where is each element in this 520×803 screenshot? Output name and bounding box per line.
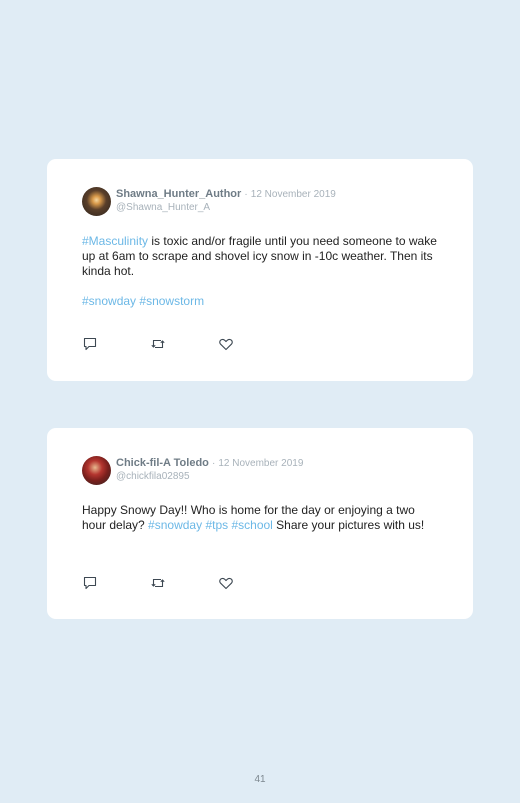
author-handle[interactable]: @Shawna_Hunter_A bbox=[116, 202, 210, 213]
retweet-icon[interactable] bbox=[150, 575, 166, 591]
separator-dot: · bbox=[211, 458, 216, 469]
tweet-body: Happy Snowy Day!! Who is home for the da… bbox=[82, 503, 442, 533]
author-name[interactable]: Chick-fil-A Toledo bbox=[116, 457, 209, 469]
retweet-icon[interactable] bbox=[150, 336, 166, 352]
reply-icon[interactable] bbox=[82, 336, 98, 352]
hashtag-link[interactable]: #Masculinity bbox=[82, 234, 148, 248]
tweet-text: Share your pictures with us! bbox=[272, 518, 425, 532]
like-icon[interactable] bbox=[218, 575, 234, 591]
tweet-card: Chick-fil-A Toledo · 12 November 2019 @c… bbox=[47, 428, 473, 619]
hashtag-link[interactable]: #tps bbox=[205, 518, 228, 532]
like-icon[interactable] bbox=[218, 336, 234, 352]
tweet-date: 12 November 2019 bbox=[250, 189, 336, 200]
tweet-body: #Masculinity is toxic and/or fragile unt… bbox=[82, 234, 442, 279]
author-line: Shawna_Hunter_Author · 12 November 2019 bbox=[116, 188, 336, 200]
hashtag-line: #snowday #snowstorm bbox=[82, 294, 204, 309]
author-handle[interactable]: @chickfila02895 bbox=[116, 471, 190, 482]
page-number: 41 bbox=[254, 774, 266, 785]
author-name[interactable]: Shawna_Hunter_Author bbox=[116, 188, 241, 200]
hashtag-link[interactable]: #snowday bbox=[148, 518, 202, 532]
separator-dot: · bbox=[244, 189, 248, 200]
hashtag-link[interactable]: #snowday bbox=[82, 294, 136, 308]
hashtag-link[interactable]: #school bbox=[231, 518, 272, 532]
tweet-date: 12 November 2019 bbox=[218, 458, 304, 469]
tweet-card: Shawna_Hunter_Author · 12 November 2019 … bbox=[47, 159, 473, 381]
hashtag-link[interactable]: #snowstorm bbox=[139, 294, 204, 308]
avatar[interactable] bbox=[82, 187, 111, 216]
author-line: Chick-fil-A Toledo · 12 November 2019 bbox=[116, 457, 303, 469]
reply-icon[interactable] bbox=[82, 575, 98, 591]
avatar[interactable] bbox=[82, 456, 111, 485]
